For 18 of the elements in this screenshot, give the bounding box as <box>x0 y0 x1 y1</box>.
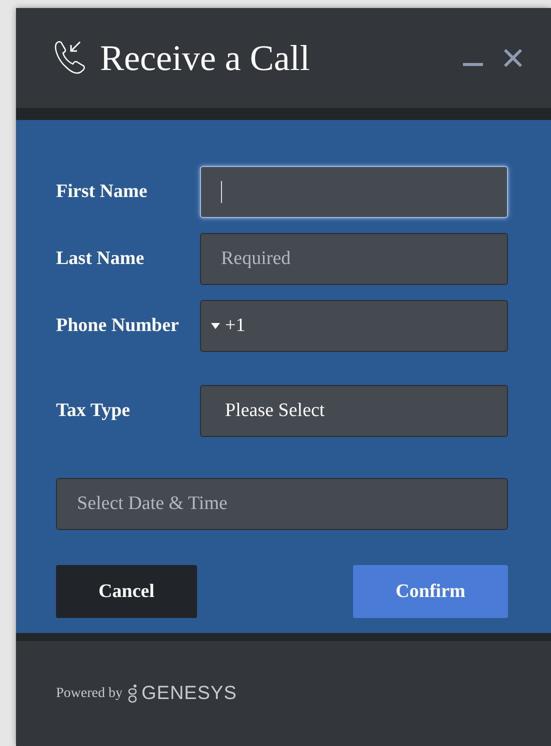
cancel-button[interactable]: Cancel <box>56 565 197 618</box>
field-label: Tax Type <box>56 400 132 422</box>
window-title: Receive a Call <box>100 37 311 79</box>
input-field[interactable] <box>200 166 508 218</box>
field-label: Last Name <box>56 248 146 270</box>
text-cursor <box>221 181 222 203</box>
phone-field[interactable]: +1 <box>200 300 508 352</box>
field-label: First Name <box>56 181 148 203</box>
brand-name: GENESYS <box>142 682 237 704</box>
field-label: Phone Number <box>56 315 180 337</box>
confirm-button[interactable]: Confirm <box>353 565 508 618</box>
close-icon[interactable] <box>503 48 523 68</box>
powered-by-text: Powered by <box>56 686 122 702</box>
input-field[interactable]: Required <box>200 233 508 285</box>
logo-icon <box>128 684 136 704</box>
caret-icon[interactable] <box>211 323 220 329</box>
select-field[interactable]: Please Select <box>200 385 508 437</box>
date-time-field[interactable]: Select Date & Time <box>56 478 508 530</box>
